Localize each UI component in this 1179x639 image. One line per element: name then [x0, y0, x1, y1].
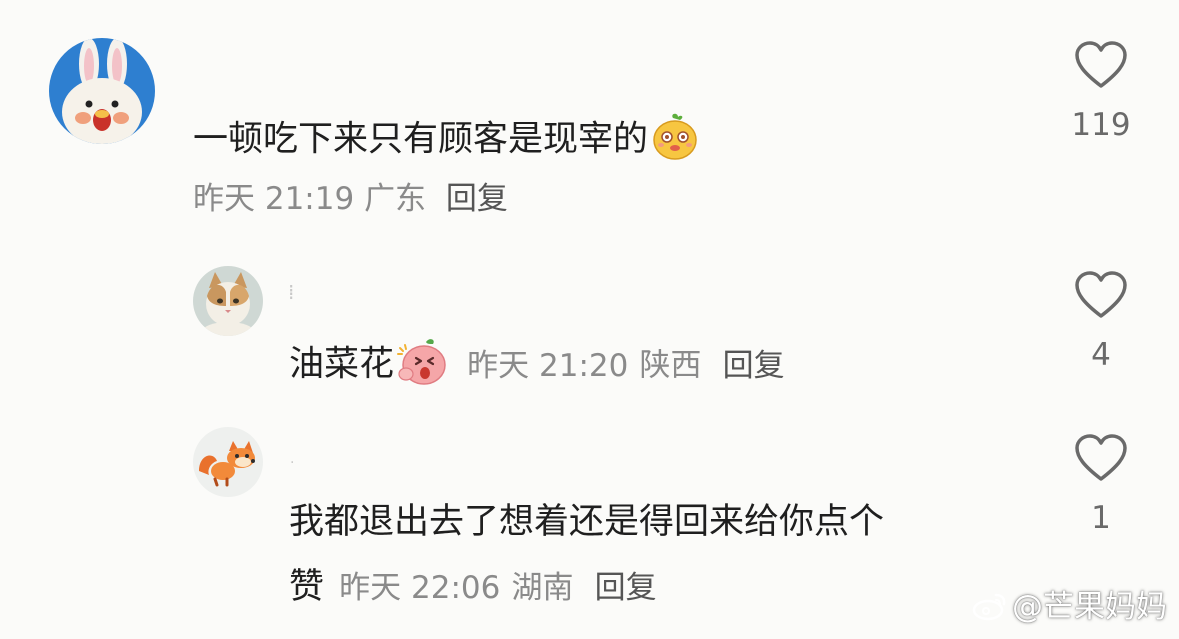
comment-location: 湖南 [511, 570, 574, 606]
heart-icon [1075, 271, 1127, 318]
cat-avatar-image [193, 266, 263, 336]
bunny-avatar-image [49, 38, 155, 144]
fox-avatar-image [193, 427, 263, 497]
comment-time: 昨天 21:20 [467, 347, 629, 384]
reply-username-mark: ⁞ [288, 280, 295, 304]
comment-body-line1: 我都退出去了想着还是得回来给你点个 [289, 502, 885, 542]
comment-text: 我都退出去了想着还是得回来给你点个 [289, 505, 884, 540]
like-button[interactable]: 119 [1061, 40, 1141, 141]
like-count: 119 [1071, 107, 1131, 143]
avatar[interactable] [49, 38, 155, 144]
comment-location: 广东 [364, 181, 427, 217]
comment-time: 昨天 22:06 [339, 570, 501, 606]
watermark: @芒果妈妈 [972, 591, 1167, 627]
heart-icon [1075, 41, 1127, 88]
peach-shout-emoji-icon [396, 336, 448, 395]
comment-body: 油菜花 [289, 344, 395, 385]
reply-username-mark: · [290, 455, 295, 471]
comment-text-continued: 赞 昨天 22:06 湖南 回复 [289, 570, 657, 605]
weibo-icon [972, 591, 1008, 627]
like-count: 4 [1091, 337, 1111, 373]
like-button[interactable]: 4 [1061, 270, 1141, 371]
like-button[interactable]: 1 [1061, 433, 1141, 534]
avatar[interactable] [193, 266, 263, 336]
comment-location: 陕西 [639, 347, 702, 384]
reply-button[interactable]: 回复 [595, 570, 657, 606]
comment-meta: 昨天 21:19 广东 回复 [193, 184, 508, 215]
like-count: 1 [1091, 500, 1111, 536]
comment-time: 昨天 21:19 [193, 181, 355, 217]
heart-icon [1075, 434, 1127, 481]
mango-smile-emoji-icon [650, 112, 700, 169]
comment-body: 一顿吃下来只有顾客是现宰的 [193, 119, 649, 160]
comment-text: 一顿吃下来只有顾客是现宰的 [193, 112, 700, 169]
watermark-text: @芒果妈妈 [1012, 589, 1167, 625]
reply-button[interactable]: 回复 [723, 348, 785, 384]
avatar[interactable] [193, 427, 263, 497]
comment-text: 油菜花 昨天 21:20 陕西 回复 [289, 336, 785, 395]
comment-body-line2: 赞 [289, 567, 325, 607]
comment-list: 一顿吃下来只有顾客是现宰的 昨天 21:19 广东 回复 119 ⁞ 油菜花 昨… [0, 0, 1179, 639]
reply-button[interactable]: 回复 [446, 181, 508, 217]
